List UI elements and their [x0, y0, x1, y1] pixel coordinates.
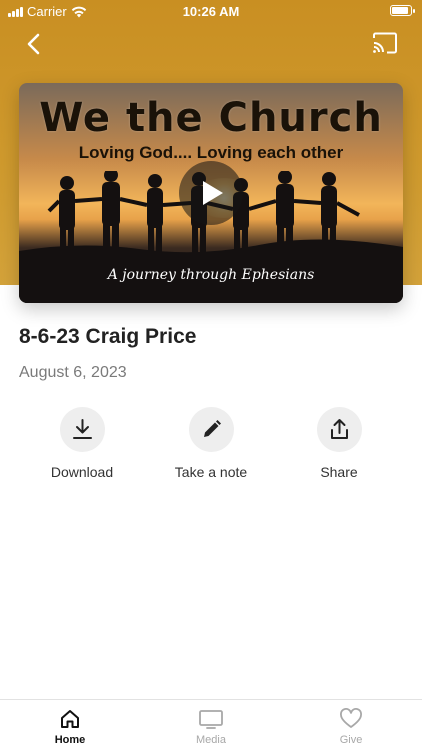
sermon-video[interactable]: We the Church Loving God.... Loving each… [19, 83, 403, 303]
tab-home[interactable]: Home [20, 708, 120, 746]
back-icon[interactable] [20, 30, 48, 58]
home-icon [61, 710, 79, 728]
play-button[interactable] [179, 161, 243, 225]
cast-icon[interactable] [372, 32, 398, 54]
sermon-date: August 6, 2023 [19, 364, 127, 381]
share-button[interactable]: Share [279, 407, 399, 480]
tv-icon [199, 710, 223, 729]
pencil-icon [203, 420, 221, 437]
share-icon [330, 419, 348, 439]
sermon-title: 8-6-23 Craig Price [19, 325, 197, 348]
tab-bar: Home Media Give [0, 699, 422, 750]
take-a-note-button[interactable]: Take a note [151, 407, 271, 480]
battery-level [392, 7, 409, 14]
take-a-note-label: Take a note [174, 464, 248, 480]
battery-icon [390, 5, 415, 16]
download-icon [72, 419, 92, 439]
tab-media-label: Media [196, 734, 226, 746]
share-label: Share [320, 464, 358, 480]
download-button[interactable]: Download [22, 407, 142, 480]
download-label: Download [50, 464, 114, 480]
tab-media[interactable]: Media [161, 708, 261, 746]
video-artwork-tagline: Loving God.... Loving each other [78, 143, 344, 162]
video-artwork-caption: A journey through Ephesians [107, 267, 315, 283]
video-artwork-title: We the Church [39, 95, 383, 141]
play-icon [203, 181, 223, 205]
status-bar: Carrier 10:26 AM [0, 0, 422, 24]
status-time: 10:26 AM [182, 4, 240, 19]
tab-give[interactable]: Give [301, 708, 401, 746]
heart-icon [340, 708, 362, 728]
tab-home-label: Home [54, 734, 86, 746]
tab-give-label: Give [339, 734, 363, 746]
